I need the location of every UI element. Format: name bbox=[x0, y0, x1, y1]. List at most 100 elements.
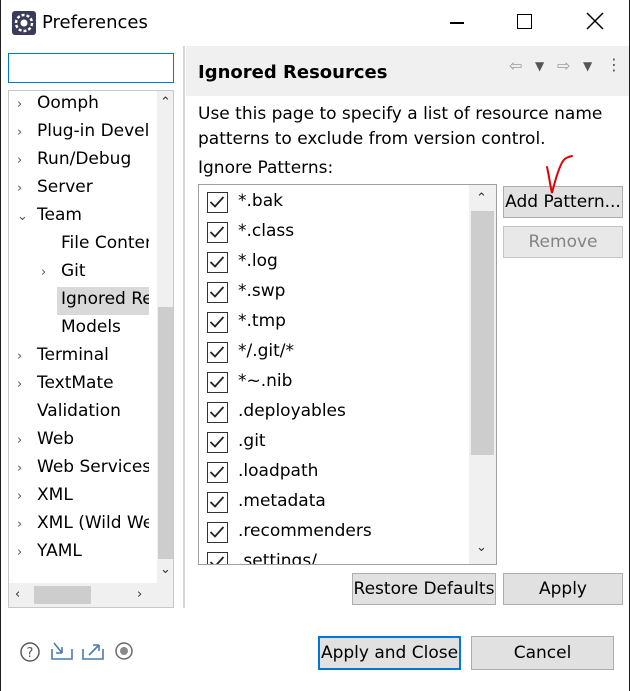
forward-arrow-icon[interactable]: ⇨ bbox=[557, 56, 570, 75]
preferences-tree[interactable]: › Oomph › Plug-in Development › Run/Debug › Ser… bbox=[8, 90, 174, 608]
tree-item[interactable]: › Plug-in Development bbox=[9, 119, 149, 147]
ignore-patterns-list[interactable]: *.bak *.class *.log *.swp *.tmp */.git/* *~.ni… bbox=[198, 184, 497, 565]
tree-item[interactable]: › Web bbox=[9, 427, 149, 455]
tree-item[interactable]: › XML (Wild Web Developer) bbox=[9, 511, 149, 539]
expand-icon[interactable]: › bbox=[17, 546, 29, 560]
tree-item[interactable]: Validation bbox=[9, 399, 149, 427]
pattern-checkbox[interactable] bbox=[207, 252, 228, 273]
pattern-row[interactable]: *.class bbox=[199, 218, 469, 248]
close-icon[interactable] bbox=[584, 10, 606, 32]
tree-scroll-thumb[interactable] bbox=[158, 307, 173, 559]
pattern-row[interactable]: .deployables bbox=[199, 398, 469, 428]
tree-item[interactable]: › TextMate bbox=[9, 371, 149, 399]
pattern-row[interactable]: *.bak bbox=[199, 188, 469, 218]
pattern-checkbox[interactable] bbox=[207, 372, 228, 393]
pattern-checkbox[interactable] bbox=[207, 432, 228, 453]
pattern-row[interactable]: .git bbox=[199, 428, 469, 458]
tree-item-label: Ignored Resources bbox=[61, 289, 149, 309]
forward-dropdown-icon[interactable]: ▼ bbox=[583, 59, 592, 73]
scroll-left-icon[interactable]: ‹ bbox=[15, 588, 20, 602]
minimize-icon[interactable] bbox=[450, 22, 464, 24]
expand-icon[interactable]: › bbox=[17, 98, 29, 112]
scroll-down-icon[interactable]: ⌄ bbox=[160, 563, 171, 577]
expand-icon[interactable]: › bbox=[17, 378, 29, 392]
tree-item[interactable]: › Git bbox=[9, 259, 149, 287]
apply-and-close-button[interactable]: Apply and Close bbox=[318, 636, 461, 670]
restore-defaults-button[interactable]: Restore Defaults bbox=[352, 573, 496, 605]
more-icon[interactable]: ⋮ bbox=[606, 55, 622, 74]
pattern-checkbox[interactable] bbox=[207, 192, 228, 213]
cancel-button[interactable]: Cancel bbox=[471, 636, 614, 670]
pattern-checkbox[interactable] bbox=[207, 312, 228, 333]
patterns-vertical-scrollbar[interactable]: ⌃ ⌄ bbox=[469, 185, 496, 564]
pattern-row[interactable]: *~.nib bbox=[199, 368, 469, 398]
pattern-checkbox[interactable] bbox=[207, 492, 228, 513]
pattern-row[interactable]: .metadata bbox=[199, 488, 469, 518]
apply-button[interactable]: Apply bbox=[503, 573, 623, 605]
import-icon[interactable] bbox=[50, 641, 73, 661]
scroll-up-icon[interactable]: ⌃ bbox=[476, 192, 487, 206]
tree-item-label: TextMate bbox=[37, 373, 114, 393]
pattern-checkbox[interactable] bbox=[207, 282, 228, 303]
tree-item-label: YAML bbox=[37, 541, 82, 561]
pattern-checkbox[interactable] bbox=[207, 222, 228, 243]
tree-item-label: Models bbox=[61, 317, 121, 337]
tree-item[interactable]: › Oomph bbox=[9, 91, 149, 119]
red-check-annotation bbox=[545, 153, 575, 202]
export-icon[interactable] bbox=[81, 641, 104, 661]
expand-icon[interactable]: › bbox=[17, 126, 29, 140]
maximize-icon[interactable] bbox=[517, 14, 532, 29]
expand-icon[interactable]: › bbox=[17, 490, 29, 504]
pattern-row[interactable]: *.tmp bbox=[199, 308, 469, 338]
tree-item[interactable]: › Web Services bbox=[9, 455, 149, 483]
patterns-scroll-thumb[interactable] bbox=[471, 211, 494, 455]
tree-item[interactable]: › Server bbox=[9, 175, 149, 203]
scroll-right-icon[interactable]: › bbox=[137, 588, 142, 602]
pattern-row[interactable]: .loadpath bbox=[199, 458, 469, 488]
expand-icon[interactable]: › bbox=[17, 182, 29, 196]
pattern-row[interactable]: *.log bbox=[199, 248, 469, 278]
back-arrow-icon[interactable]: ⇦ bbox=[509, 56, 522, 75]
tree-item[interactable]: File Content bbox=[9, 231, 149, 259]
pattern-text: *.tmp bbox=[238, 311, 286, 331]
scroll-down-icon[interactable]: ⌄ bbox=[476, 541, 487, 555]
expand-icon[interactable]: › bbox=[41, 266, 53, 280]
record-icon[interactable] bbox=[113, 641, 135, 661]
pattern-checkbox[interactable] bbox=[207, 402, 228, 423]
tree-hscroll-thumb[interactable] bbox=[34, 586, 91, 604]
expand-icon[interactable]: › bbox=[17, 462, 29, 476]
tree-item[interactable]: › Run/Debug bbox=[9, 147, 149, 175]
tree-vertical-scrollbar[interactable]: ⌃ ⌄ bbox=[157, 91, 173, 583]
pattern-row[interactable]: *.swp bbox=[199, 278, 469, 308]
pattern-checkbox[interactable] bbox=[207, 462, 228, 483]
panel-sash[interactable] bbox=[183, 46, 185, 608]
tree-item[interactable]: Ignored Resources bbox=[57, 287, 149, 315]
tree-item[interactable]: › Terminal bbox=[9, 343, 149, 371]
tree-horizontal-scrollbar[interactable]: ‹ › bbox=[9, 583, 157, 607]
expand-icon[interactable] bbox=[41, 238, 53, 252]
pattern-checkbox[interactable] bbox=[207, 342, 228, 363]
remove-button[interactable]: Remove bbox=[503, 226, 623, 258]
pattern-row[interactable]: .settings/ bbox=[199, 548, 469, 564]
tree-item[interactable]: › XML bbox=[9, 483, 149, 511]
expand-icon[interactable]: › bbox=[17, 518, 29, 532]
tree-item[interactable]: › YAML bbox=[9, 539, 149, 567]
back-dropdown-icon[interactable]: ▼ bbox=[535, 59, 544, 73]
filter-input[interactable] bbox=[8, 53, 174, 83]
title-bar[interactable]: Preferences bbox=[1, 0, 629, 46]
pattern-checkbox[interactable] bbox=[207, 552, 228, 564]
expand-icon[interactable] bbox=[17, 406, 29, 420]
tree-item[interactable]: Models bbox=[9, 315, 149, 343]
page-title: Ignored Resources bbox=[198, 62, 388, 83]
help-icon[interactable]: ? bbox=[19, 641, 41, 662]
expand-icon[interactable]: › bbox=[17, 434, 29, 448]
pattern-row[interactable]: .recommenders bbox=[199, 518, 469, 548]
scroll-up-icon[interactable]: ⌃ bbox=[160, 96, 171, 110]
pattern-checkbox[interactable] bbox=[207, 522, 228, 543]
collapse-icon[interactable]: ⌄ bbox=[17, 210, 29, 224]
expand-icon[interactable] bbox=[41, 322, 53, 336]
expand-icon[interactable]: › bbox=[17, 350, 29, 364]
tree-item[interactable]: ⌄ Team bbox=[9, 203, 149, 231]
expand-icon[interactable]: › bbox=[17, 154, 29, 168]
pattern-row[interactable]: */.git/* bbox=[199, 338, 469, 368]
